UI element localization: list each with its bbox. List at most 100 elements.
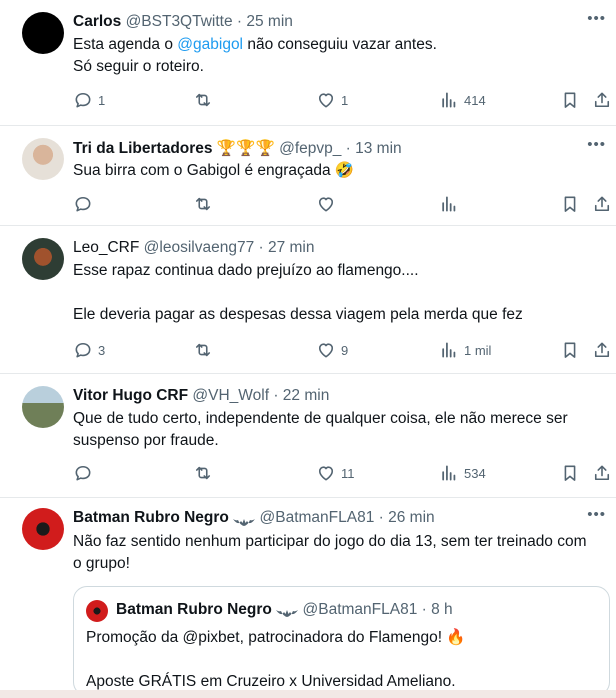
view-count: 1 mil (464, 342, 492, 358)
heart-icon (316, 340, 336, 360)
tweet-text-line: Esse rapaz continua dado prejuízo ao fla… (73, 262, 419, 279)
tweet-header: Leo_CRF @leosilvaeng77 · 27 min (73, 238, 315, 258)
bookmark-button[interactable] (560, 338, 580, 362)
bookmark-button[interactable] (560, 88, 580, 112)
tweet-tri-da-libertadores[interactable]: Tri da Libertadores 🏆🏆🏆 @fepvp_ · 13 min… (0, 126, 616, 226)
tweet-time[interactable]: · 13 min (346, 140, 402, 157)
bookmark-icon (560, 90, 580, 110)
avatar[interactable] (22, 238, 64, 280)
tweet-time[interactable]: · 26 min (379, 509, 435, 526)
tweet-leo-crf[interactable]: Leo_CRF @leosilvaeng77 · 27 min Esse rap… (0, 226, 616, 374)
views-button[interactable]: 534 (439, 461, 486, 485)
bar-chart-icon (439, 340, 459, 360)
author-name[interactable]: Carlos (73, 13, 121, 30)
avatar[interactable] (22, 508, 64, 550)
heart-icon (316, 90, 336, 110)
author-handle[interactable]: @leosilvaeng77 (144, 239, 255, 256)
reply-icon (73, 90, 93, 110)
tweet-time[interactable]: · 22 min (273, 387, 329, 404)
reply-button[interactable]: 3 (73, 338, 105, 362)
author-handle[interactable]: @BST3QTwitte (126, 13, 233, 30)
reply-button[interactable] (73, 461, 93, 485)
tweet-text-line: Não faz sentido nenhum participar do jog… (73, 533, 587, 550)
bookmark-icon (560, 194, 580, 214)
author-name[interactable]: Batman Rubro Negro (73, 509, 229, 526)
retweet-button[interactable] (193, 461, 213, 485)
tweet-batman-rubro-negro[interactable]: Batman Rubro Negro @BatmanFLA81 · 26 min… (0, 498, 616, 698)
bar-chart-icon (439, 463, 459, 483)
more-options-icon[interactable]: ••• (587, 136, 606, 153)
tweet-vitor-hugo-crf[interactable]: Vitor Hugo CRF @VH_Wolf · 22 min Que de … (0, 374, 616, 498)
like-count: 11 (341, 465, 355, 481)
author-name[interactable]: Vitor Hugo CRF (73, 387, 188, 404)
views-button[interactable] (439, 192, 459, 216)
author-handle[interactable]: @fepvp_ (279, 140, 341, 157)
share-button[interactable] (592, 88, 612, 112)
bat-icon (233, 513, 256, 526)
tweet-header: Carlos @BST3QTwitte · 25 min (73, 12, 293, 32)
like-button[interactable]: 11 (316, 461, 355, 485)
avatar[interactable] (22, 138, 64, 180)
reply-count: 1 (98, 92, 106, 108)
action-bar: 11 534 (0, 461, 616, 485)
more-options-icon[interactable]: ••• (587, 10, 606, 27)
quoted-tweet[interactable]: Batman Rubro Negro @BatmanFLA81 · 8 h Pr… (73, 586, 610, 696)
tweet-text-part: Esta agenda o (73, 36, 178, 53)
bar-chart-icon (439, 90, 459, 110)
tweet-text-line: Sua birra com o Gabigol é engraçada 🤣 (73, 162, 355, 179)
quoted-text-line: Promoção da @pixbet, patrocinadora do Fl… (86, 629, 466, 646)
reply-button[interactable] (73, 192, 93, 216)
reply-button[interactable]: 1 (73, 88, 105, 112)
quoted-author-handle: @BatmanFLA81 (302, 601, 418, 618)
author-name[interactable]: Tri da Libertadores (73, 140, 213, 157)
bookmark-icon (560, 463, 580, 483)
mention-link[interactable]: @gabigol (177, 36, 243, 53)
bookmark-button[interactable] (560, 192, 580, 216)
heart-icon (316, 194, 336, 214)
bookmark-icon (560, 340, 580, 360)
share-icon (592, 340, 612, 360)
like-count: 9 (341, 342, 349, 358)
like-count: 1 (341, 92, 349, 108)
avatar[interactable] (22, 386, 64, 428)
retweet-button[interactable] (193, 88, 213, 112)
view-count: 414 (464, 92, 486, 108)
action-bar: 3 9 1 mil (0, 338, 616, 362)
like-button[interactable]: 9 (316, 338, 348, 362)
like-button[interactable] (316, 192, 336, 216)
quoted-avatar[interactable] (86, 600, 108, 622)
retweet-button[interactable] (193, 338, 213, 362)
author-handle[interactable]: @VH_Wolf (192, 387, 269, 404)
retweet-icon (193, 463, 213, 483)
tweet-text-line: Ele deveria pagar as despesas dessa viag… (73, 306, 523, 323)
tweet-header: Batman Rubro Negro @BatmanFLA81 · 26 min (73, 508, 435, 528)
share-button[interactable] (592, 338, 612, 362)
tweet-time[interactable]: · 25 min (237, 13, 293, 30)
more-options-icon[interactable]: ••• (587, 506, 606, 523)
retweet-button[interactable] (193, 192, 213, 216)
bat-icon (276, 605, 299, 617)
retweet-icon (193, 90, 213, 110)
views-button[interactable]: 1 mil (439, 338, 491, 362)
quoted-author-name: Batman Rubro Negro (116, 601, 272, 618)
heart-icon (316, 463, 336, 483)
tweet-carlos[interactable]: Carlos @BST3QTwitte · 25 min ••• Esta ag… (0, 0, 616, 126)
avatar[interactable] (22, 12, 64, 54)
share-button[interactable] (592, 192, 612, 216)
tweet-text: Esse rapaz continua dado prejuízo ao fla… (73, 260, 603, 326)
reply-icon (73, 194, 93, 214)
like-button[interactable]: 1 (316, 88, 348, 112)
tweet-header: Vitor Hugo CRF @VH_Wolf · 22 min (73, 386, 329, 406)
bar-chart-icon (439, 194, 459, 214)
bookmark-button[interactable] (560, 461, 580, 485)
author-handle[interactable]: @BatmanFLA81 (260, 509, 375, 526)
share-button[interactable] (592, 461, 612, 485)
tweet-text-line: Que de tudo certo, independente de qualq… (73, 410, 568, 427)
views-button[interactable]: 414 (439, 88, 486, 112)
tweet-time[interactable]: · 27 min (259, 239, 315, 256)
trophy-icon: 🏆🏆🏆 (216, 139, 275, 157)
tweet-text-line: o grupo! (73, 555, 130, 572)
author-name[interactable]: Leo_CRF (73, 239, 139, 256)
retweet-icon (193, 340, 213, 360)
tweet-text-line: suspenso por fraude. (73, 432, 219, 449)
